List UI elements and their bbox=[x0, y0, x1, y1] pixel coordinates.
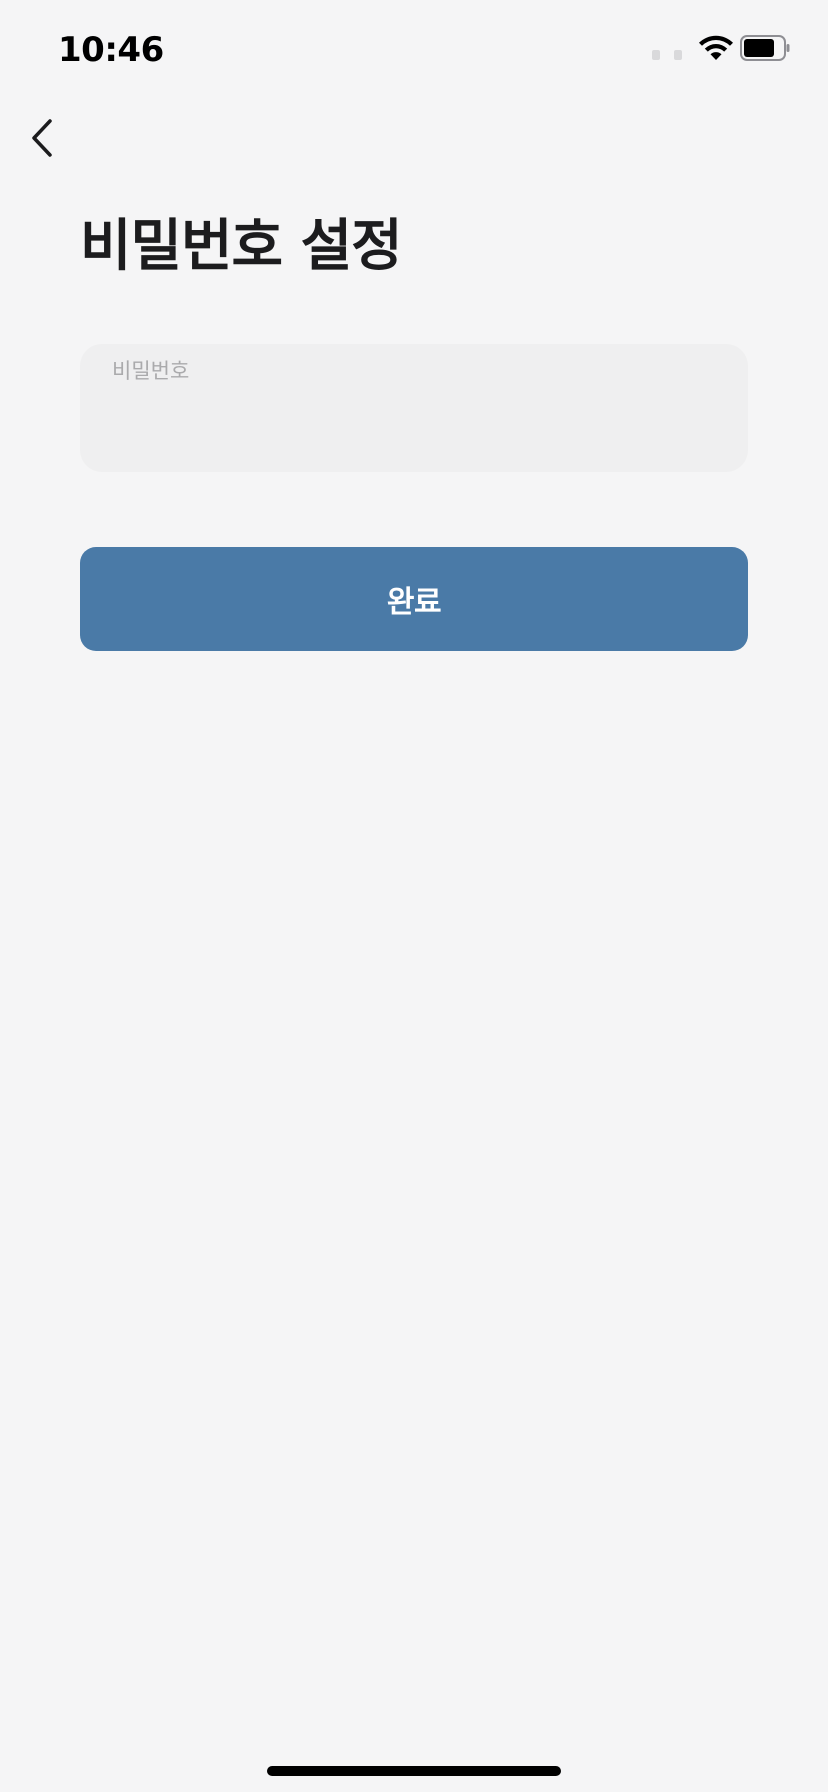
complete-button-label: 완료 bbox=[386, 585, 442, 620]
password-field[interactable]: 비밀번호 bbox=[80, 344, 748, 472]
page-title: 비밀번호 설정 bbox=[80, 214, 403, 279]
password-field-label: 비밀번호 bbox=[112, 359, 190, 383]
battery-icon bbox=[740, 35, 790, 61]
chevron-left-icon bbox=[30, 118, 54, 162]
complete-button[interactable]: 완료 bbox=[80, 547, 748, 651]
status-time: 10:46 bbox=[58, 30, 164, 70]
cellular-signal-icon bbox=[652, 50, 682, 60]
back-button[interactable] bbox=[18, 112, 66, 168]
password-input[interactable] bbox=[112, 398, 712, 448]
wifi-icon bbox=[698, 34, 734, 62]
home-indicator[interactable] bbox=[267, 1766, 561, 1776]
status-bar: 10:46 bbox=[0, 0, 828, 100]
